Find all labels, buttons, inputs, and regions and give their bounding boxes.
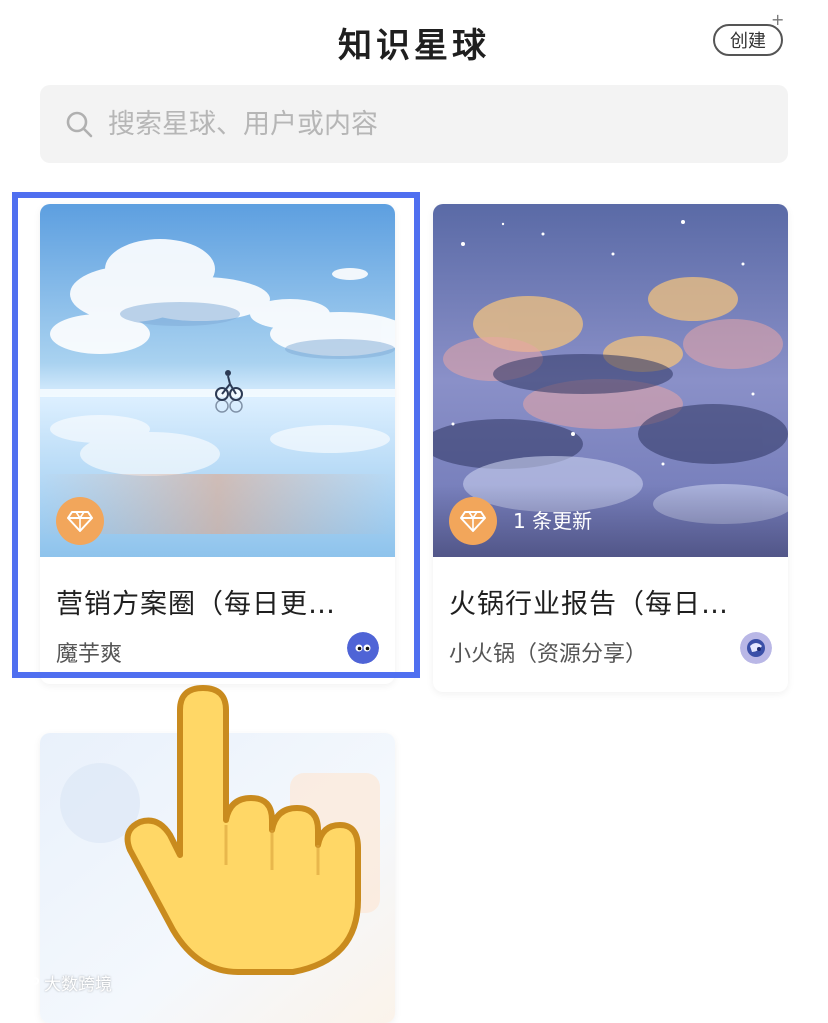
search-bar[interactable]	[40, 85, 788, 163]
page-title: 知识星球	[338, 26, 490, 66]
watermark: 大数跨境	[6, 970, 112, 995]
avatar	[740, 632, 772, 664]
watermark-logo-icon	[6, 974, 39, 991]
header: 知识星球 创建 +	[0, 0, 828, 80]
card-title: 火锅行业报告（每日…	[449, 589, 729, 620]
pointing-hand-icon	[124, 685, 361, 975]
update-count-text: 1 条更新	[513, 509, 593, 533]
selection-highlight-frame	[12, 192, 420, 678]
search-input[interactable]	[106, 107, 710, 141]
watermark-text: 大数跨境	[44, 975, 112, 995]
diamond-icon	[449, 497, 497, 545]
planet-card-hotpot[interactable]: 1 条更新 火锅行业报告（每日… 小火锅（资源分享）	[433, 204, 788, 692]
card-cover-image: 1 条更新	[433, 204, 788, 557]
card-owner-name: 小火锅（资源分享）	[449, 642, 648, 667]
create-plus-icon: +	[771, 10, 785, 29]
search-icon	[66, 111, 93, 138]
